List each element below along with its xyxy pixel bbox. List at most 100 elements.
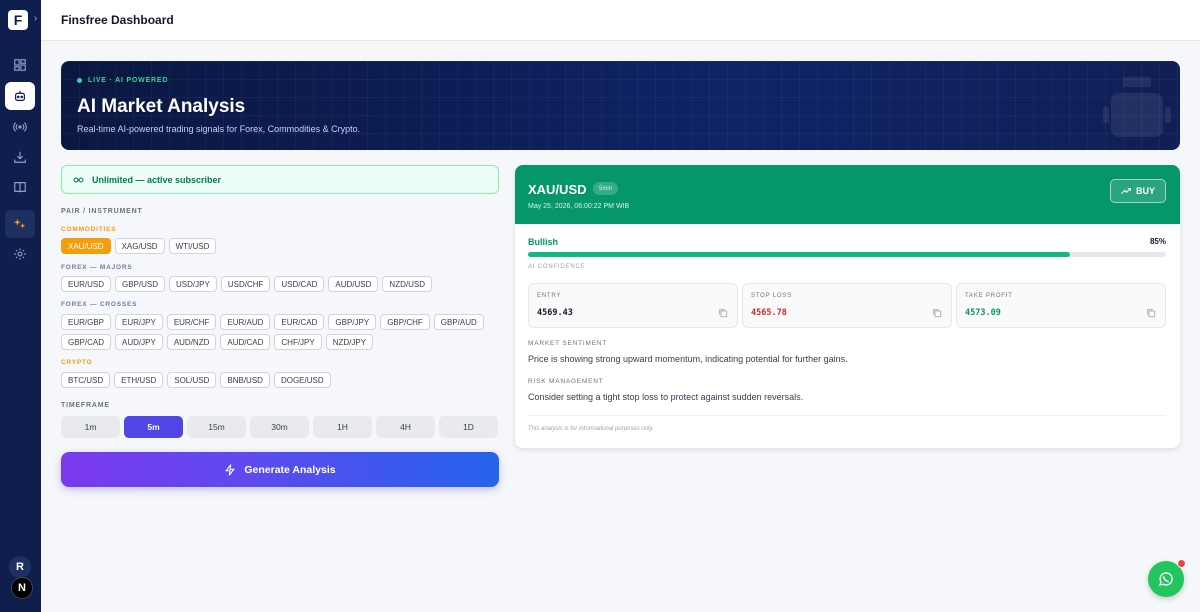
market-sentiment-text: Price is showing strong upward momentum,… — [528, 354, 848, 364]
pair-pill[interactable]: ETH/USD — [114, 372, 164, 388]
subscription-banner: Unlimited — active subscriber — [61, 165, 499, 194]
pair-pill[interactable]: AUD/JPY — [115, 334, 163, 350]
pair-pill[interactable]: GBP/AUD — [433, 314, 484, 330]
copy-icon[interactable] — [1146, 308, 1156, 318]
group-label-forex-crosses: FOREX — CROSSES — [61, 301, 138, 308]
dashboard-icon — [14, 59, 26, 71]
topbar: Finsfree Dashboard — [41, 0, 1200, 41]
risk-management-label: RISK MANAGEMENT — [528, 378, 604, 385]
notification-dot — [1177, 559, 1186, 568]
take-profit-value: 4573.09 — [965, 308, 1001, 318]
sparkles-icon — [13, 218, 26, 229]
pair-pill[interactable]: USD/CHF — [220, 276, 271, 292]
sentiment-label: Bullish — [528, 237, 559, 247]
pair-pill[interactable]: EUR/CHF — [166, 314, 217, 330]
lightning-icon — [225, 463, 236, 476]
result-header: XAU/USD 5min May 25, 2026, 06:00:22 PM W… — [515, 165, 1180, 224]
sidebar: F › R N — [0, 0, 41, 612]
timeframe-option[interactable]: 5m — [124, 416, 183, 438]
hero-title: AI Market Analysis — [77, 96, 246, 117]
hero-banner: LIVE · AI POWERED AI Market Analysis Rea… — [61, 61, 1180, 150]
download-icon — [14, 151, 26, 163]
confidence-bar-fill — [528, 252, 1071, 257]
pair-pill[interactable]: WTI/USD — [168, 238, 217, 254]
timeframe-option[interactable]: 1D — [439, 416, 498, 438]
robot-icon — [15, 90, 25, 101]
whatsapp-icon — [1158, 572, 1173, 586]
pair-pill[interactable]: NZD/USD — [382, 276, 432, 292]
nav-downloads[interactable] — [5, 143, 35, 171]
hero-subtitle: Real-time AI-powered trading signals for… — [77, 124, 361, 134]
user-avatar[interactable]: R — [9, 556, 31, 578]
copy-icon[interactable] — [718, 308, 728, 318]
infinity-icon — [73, 176, 84, 183]
broadcast-icon — [13, 122, 27, 132]
copy-icon[interactable] — [932, 308, 942, 318]
group-label-commodities: COMMODITIES — [61, 226, 117, 233]
nav-settings[interactable] — [5, 240, 35, 268]
pair-pill[interactable]: USD/CAD — [274, 276, 325, 292]
market-sentiment-label: MARKET SENTIMENT — [528, 340, 608, 347]
nav-tools[interactable] — [5, 210, 35, 238]
nav-dashboard[interactable] — [5, 51, 35, 79]
pair-pill[interactable]: AUD/USD — [328, 276, 379, 292]
pair-pill[interactable]: NZD/JPY — [325, 334, 374, 350]
pair-section-label: PAIR / INSTRUMENT — [61, 208, 143, 215]
confidence-bar — [528, 252, 1166, 257]
pair-pill[interactable]: EUR/GBP — [61, 314, 112, 330]
pair-pill[interactable]: USD/JPY — [169, 276, 217, 292]
group-label-forex-majors: FOREX — MAJORS — [61, 264, 133, 271]
stop-loss-value: 4565.78 — [751, 308, 787, 318]
pair-pill[interactable]: AUD/NZD — [166, 334, 217, 350]
take-profit-box: TAKE PROFIT 4573.09 — [956, 283, 1166, 328]
pair-pill[interactable]: EUR/JPY — [115, 314, 163, 330]
pair-pill[interactable]: SOL/USD — [167, 372, 217, 388]
pair-pill[interactable]: XAU/USD — [61, 238, 111, 254]
buy-signal-badge[interactable]: BUY — [1110, 179, 1166, 203]
timeframe-selector: 1m 5m 15m 30m 1H 4H 1D — [61, 416, 498, 438]
pair-pill[interactable]: DOGE/USD — [273, 372, 331, 388]
group-label-crypto: CRYPTO — [61, 359, 93, 366]
timeframe-option[interactable]: 1m — [61, 416, 120, 438]
secondary-avatar[interactable]: N — [11, 577, 33, 599]
robot-icon — [1103, 77, 1171, 137]
stop-loss-label: STOP LOSS — [751, 293, 792, 299]
pair-pill[interactable]: GBP/JPY — [328, 314, 377, 330]
timeframe-label: TIMEFRAME — [61, 402, 110, 409]
timeframe-option[interactable]: 15m — [187, 416, 246, 438]
pair-pill[interactable]: CHF/JPY — [274, 334, 322, 350]
gear-icon — [14, 248, 26, 260]
timeframe-option[interactable]: 30m — [250, 416, 309, 438]
pair-pill[interactable]: GBP/USD — [115, 276, 166, 292]
pair-pill[interactable]: EUR/CAD — [274, 314, 325, 330]
pair-pill[interactable]: EUR/AUD — [220, 314, 271, 330]
pair-pill[interactable]: BNB/USD — [220, 372, 270, 388]
page-title: Finsfree Dashboard — [61, 13, 174, 27]
risk-management-text: Consider setting a tight stop loss to pr… — [528, 392, 804, 402]
pair-pill[interactable]: BTC/USD — [61, 372, 111, 388]
book-icon — [14, 182, 26, 193]
nav-learn[interactable] — [5, 173, 35, 201]
entry-value: 4569.43 — [537, 308, 573, 318]
pair-pill[interactable]: XAG/USD — [114, 238, 165, 254]
pair-row-commodities: XAU/USD XAG/USD WTI/USD — [61, 238, 217, 254]
nav-ai-analysis[interactable] — [5, 82, 35, 110]
pair-pill[interactable]: GBP/CHF — [380, 314, 430, 330]
pair-row-crypto: BTC/USD ETH/USD SOL/USD BNB/USD DOGE/USD — [61, 372, 331, 388]
live-badge: LIVE · AI POWERED — [77, 77, 168, 84]
chevron-right-icon[interactable]: › — [34, 13, 41, 25]
pair-pill[interactable]: EUR/USD — [61, 276, 112, 292]
timeframe-option[interactable]: 4H — [376, 416, 435, 438]
generate-analysis-button[interactable]: Generate Analysis — [61, 452, 499, 487]
divider — [528, 415, 1166, 416]
pair-pill[interactable]: GBP/CAD — [61, 334, 112, 350]
take-profit-label: TAKE PROFIT — [965, 293, 1013, 299]
nav-signals[interactable] — [5, 113, 35, 141]
entry-level-box: ENTRY 4569.43 — [528, 283, 738, 328]
pair-pill[interactable]: AUD/CAD — [220, 334, 271, 350]
result-pair: XAU/USD — [528, 182, 587, 197]
app-logo[interactable]: F — [8, 10, 28, 30]
trending-up-icon — [1121, 188, 1131, 194]
timeframe-option[interactable]: 1H — [313, 416, 372, 438]
confidence-percent: 85% — [1149, 237, 1166, 246]
